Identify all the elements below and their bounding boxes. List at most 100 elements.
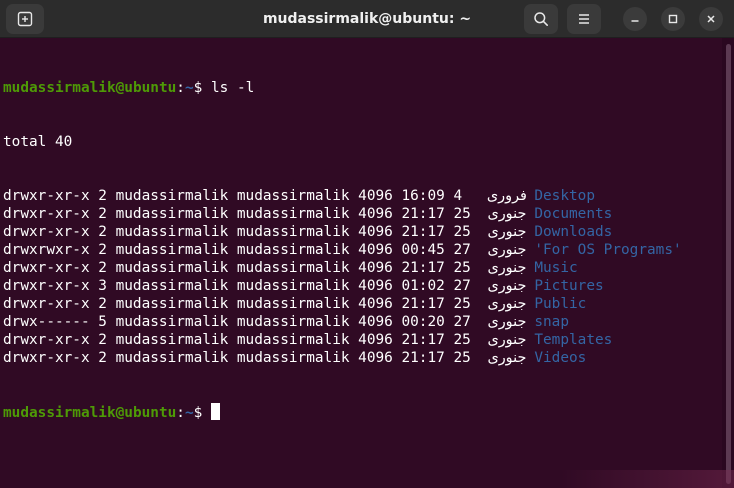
- owner-cell: mudassirmalik: [115, 260, 229, 276]
- prompt-user-host: mudassirmalik@ubuntu: [3, 80, 177, 96]
- group-cell: mudassirmalik: [236, 260, 350, 276]
- command-line: mudassirmalik@ubuntu:~$ ls -l: [3, 79, 722, 97]
- links-cell: 2: [98, 188, 107, 204]
- size-cell: 4096: [358, 332, 393, 348]
- month-cell: جنوری: [487, 350, 527, 366]
- links-cell: 5: [98, 314, 107, 330]
- group-cell: mudassirmalik: [236, 332, 350, 348]
- close-button[interactable]: [699, 7, 723, 31]
- month-cell: جنوری: [487, 224, 527, 240]
- new-tab-icon: [17, 11, 33, 27]
- size-cell: 4096: [358, 188, 393, 204]
- month-cell: جنوری: [487, 296, 527, 312]
- permissions-cell: drwxr-xr-x: [3, 278, 90, 294]
- search-icon: [534, 12, 548, 26]
- directory-name: Public: [534, 296, 587, 312]
- owner-cell: mudassirmalik: [115, 224, 229, 240]
- month-cell: جنوری: [487, 260, 527, 276]
- scrollbar-thumb[interactable]: [726, 44, 731, 484]
- directory-name: 'For OS Programs': [534, 242, 682, 258]
- links-cell: 2: [98, 296, 107, 312]
- links-cell: 2: [98, 350, 107, 366]
- links-cell: 2: [98, 224, 107, 240]
- size-cell: 4096: [358, 242, 393, 258]
- time-cell: 21:17: [401, 350, 445, 366]
- time-cell: 21:17: [401, 296, 445, 312]
- day-cell: 27: [453, 314, 471, 330]
- prompt-user-host: mudassirmalik@ubuntu: [3, 405, 177, 421]
- time-cell: 16:09: [401, 188, 445, 204]
- day-cell: 27: [453, 242, 471, 258]
- command-text: ls -l: [210, 80, 255, 96]
- prompt-separator: :: [176, 80, 185, 96]
- time-cell: 21:17: [401, 332, 445, 348]
- new-tab-button[interactable]: [6, 4, 44, 34]
- time-cell: 21:17: [401, 206, 445, 222]
- owner-cell: mudassirmalik: [115, 350, 229, 366]
- desktop-wallpaper-edge: [560, 470, 734, 488]
- directory-name: Music: [534, 260, 578, 276]
- size-cell: 4096: [358, 206, 393, 222]
- prompt-path: ~: [184, 405, 194, 421]
- group-cell: mudassirmalik: [236, 206, 350, 222]
- month-cell: فروری: [486, 188, 527, 204]
- listing-row: drwxr-xr-x 2 mudassirmalik mudassirmalik 409…: [3, 223, 722, 241]
- terminal-output[interactable]: mudassirmalik@ubuntu:~$ ls -l total 40 d…: [0, 38, 722, 488]
- search-button[interactable]: [524, 4, 558, 34]
- maximize-button[interactable]: [661, 7, 685, 31]
- prompt-symbol: $: [193, 405, 211, 421]
- minimize-button[interactable]: [623, 7, 647, 31]
- owner-cell: mudassirmalik: [115, 206, 229, 222]
- directory-name: Downloads: [534, 224, 613, 240]
- permissions-cell: drwxr-xr-x: [3, 188, 90, 204]
- minimize-icon: [631, 20, 639, 22]
- size-cell: 4096: [358, 224, 393, 240]
- directory-name: Desktop: [534, 188, 596, 204]
- hamburger-menu-icon: [579, 14, 589, 24]
- active-prompt-line[interactable]: mudassirmalik@ubuntu:~$: [3, 403, 722, 421]
- listing-row: drwxr-xr-x 2 mudassirmalik mudassirmalik 409…: [3, 331, 722, 349]
- directory-listing: drwxr-xr-x 2 mudassirmalik mudassirmalik 409…: [3, 187, 722, 367]
- listing-row: drwxr-xr-x 2 mudassirmalik mudassirmalik 409…: [3, 187, 722, 205]
- size-cell: 4096: [358, 296, 393, 312]
- day-cell: 4: [453, 188, 463, 204]
- day-cell: 25: [453, 224, 471, 240]
- month-cell: جنوری: [487, 206, 527, 222]
- time-cell: 21:17: [401, 224, 445, 240]
- directory-name: Documents: [534, 206, 613, 222]
- group-cell: mudassirmalik: [236, 314, 350, 330]
- text-cursor: [210, 403, 220, 420]
- prompt-symbol: $: [193, 80, 211, 96]
- close-icon: [707, 15, 715, 23]
- title-bar[interactable]: mudassirmalik@ubuntu: ~: [0, 0, 734, 38]
- listing-row: drwxr-xr-x 2 mudassirmalik mudassirmalik 409…: [3, 349, 722, 367]
- time-cell: 21:17: [401, 260, 445, 276]
- size-cell: 4096: [358, 350, 393, 366]
- day-cell: 25: [453, 296, 471, 312]
- owner-cell: mudassirmalik: [115, 332, 229, 348]
- day-cell: 25: [453, 206, 471, 222]
- owner-cell: mudassirmalik: [115, 296, 229, 312]
- terminal-window: mudassirmalik@ubuntu: ~ mudassirmalik@ub…: [0, 0, 734, 488]
- group-cell: mudassirmalik: [236, 278, 350, 294]
- directory-name: Templates: [534, 332, 613, 348]
- permissions-cell: drwxr-xr-x: [3, 332, 90, 348]
- menu-button[interactable]: [567, 4, 601, 34]
- links-cell: 2: [98, 206, 107, 222]
- time-cell: 00:20: [401, 314, 445, 330]
- permissions-cell: drwxr-xr-x: [3, 206, 90, 222]
- size-cell: 4096: [358, 278, 393, 294]
- month-cell: جنوری: [487, 314, 527, 330]
- size-cell: 4096: [358, 260, 393, 276]
- listing-row: drwxr-xr-x 2 mudassirmalik mudassirmalik 409…: [3, 259, 722, 277]
- listing-row: drwxr-xr-x 3 mudassirmalik mudassirmalik 409…: [3, 277, 722, 295]
- owner-cell: mudassirmalik: [115, 242, 229, 258]
- listing-row: drwxr-xr-x 2 mudassirmalik mudassirmalik 409…: [3, 205, 722, 223]
- maximize-icon: [668, 14, 678, 24]
- links-cell: 2: [98, 242, 107, 258]
- month-cell: جنوری: [487, 332, 527, 348]
- month-cell: جنوری: [487, 278, 527, 294]
- listing-row: drwxrwxr-x 2 mudassirmalik mudassirmalik 409…: [3, 241, 722, 259]
- directory-name: Pictures: [534, 278, 604, 294]
- day-cell: 25: [453, 350, 471, 366]
